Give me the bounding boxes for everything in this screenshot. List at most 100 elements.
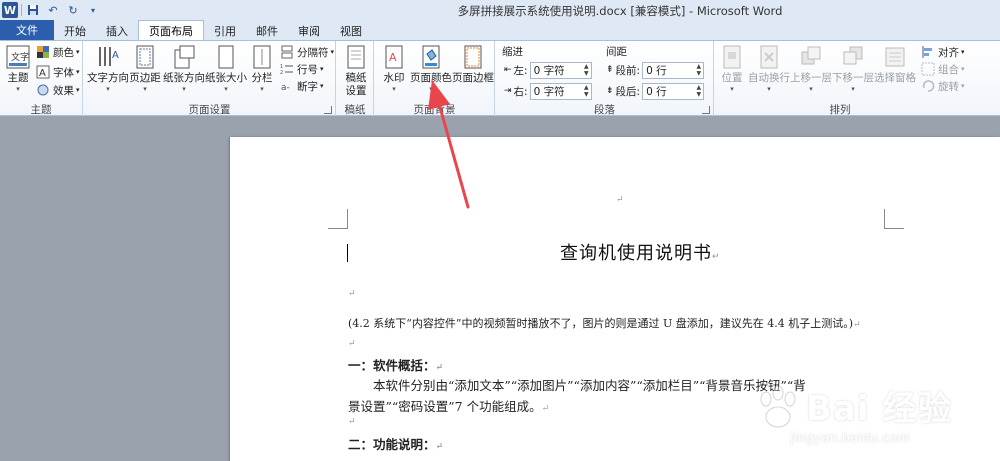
page-color-button[interactable]: 页面颜色 ▾ — [410, 44, 452, 93]
send-backward-button[interactable]: 下移一层 ▾ — [832, 44, 874, 93]
group-icon — [921, 62, 935, 76]
spinner-arrows-icon[interactable]: ▲ ▼ — [696, 63, 701, 77]
dialog-launcher-icon[interactable] — [324, 106, 332, 114]
spinner-arrows-icon[interactable]: ▲ ▼ — [696, 84, 701, 98]
orientation-icon — [174, 45, 195, 69]
window-title: 多屏拼接展示系统使用说明.docx [兼容模式] - Microsoft Wor… — [457, 4, 783, 18]
tab-review[interactable]: 审阅 — [288, 22, 330, 40]
watermark-url: jingyan.baidu.com — [790, 431, 910, 446]
draft-paper-icon — [347, 45, 365, 69]
baidu-jingyan-watermark: Bai 经验 jingyan.baidu.com — [744, 377, 994, 457]
ribbon: 文字 主题 ▾ 颜色 ▾ A 字体 ▾ 效果 ▾ 主题 A 文字方向 ▾ 页边距 ▾ — [0, 40, 1000, 116]
paragraph-mark: ↵ — [616, 195, 624, 205]
paragraph-group-label: 段落 — [594, 104, 615, 116]
margins-button[interactable]: 页边距 ▾ — [129, 44, 161, 93]
draft-paper-button[interactable]: 稿纸 设置 — [341, 44, 371, 98]
tab-view[interactable]: 视图 — [330, 22, 372, 40]
hyphenation-button[interactable]: a- 断字 ▾ — [280, 78, 324, 94]
breaks-button[interactable]: 分隔符 ▾ — [280, 44, 334, 60]
page-borders-label: 页面边框 — [452, 72, 494, 84]
heading-function-description[interactable]: 二：功能说明：↵ — [348, 434, 443, 453]
group-button[interactable]: 组合 ▾ — [921, 61, 965, 77]
heading-software-overview[interactable]: 一：软件概括：↵ — [348, 355, 443, 374]
page-borders-button[interactable]: 页面边框 — [452, 44, 494, 85]
align-icon — [922, 46, 932, 58]
rotate-button[interactable]: 旋转 ▾ — [921, 78, 965, 94]
spacing-after-label: 段后: — [615, 85, 641, 98]
dialog-launcher-icon[interactable] — [702, 106, 710, 114]
indent-title: 缩进 — [502, 45, 523, 58]
page-borders-icon — [464, 45, 482, 69]
indent-right-icon: ⇥ — [504, 86, 512, 96]
body-paragraph-line-2[interactable]: 景设置”“密码设置”7 个功能组成。↵ — [348, 396, 549, 415]
bring-forward-icon — [801, 46, 821, 65]
themes-label: 主题 — [7, 72, 29, 84]
chevron-down-icon: ▾ — [143, 85, 147, 93]
wrap-text-button[interactable]: 自动换行 ▾ — [748, 44, 790, 93]
columns-button[interactable]: 分栏 ▾ — [248, 44, 276, 93]
document-note-text: (4.2 系统下“内容控件”中的视频暂时播放不了，图片的则是通过 U 盘添加，建… — [348, 317, 854, 330]
paragraph-mark: ↵ — [853, 320, 861, 330]
paragraph-mark: ↵ — [541, 404, 550, 414]
document-note[interactable]: (4.2 系统下“内容控件”中的视频暂时播放不了，图片的则是通过 U 盘添加，建… — [348, 315, 861, 331]
orientation-button[interactable]: 纸张方向 ▾ — [163, 44, 205, 93]
margins-label: 页边距 — [129, 72, 161, 84]
wrap-text-icon — [760, 45, 778, 69]
draft-paper-group: 稿纸 设置 稿纸 — [337, 41, 374, 116]
chevron-down-icon: ▾ — [16, 85, 20, 93]
spinner-arrows-icon[interactable]: ▲ ▼ — [584, 63, 589, 77]
spacing-after-input[interactable]: 0 行 ▲ ▼ — [642, 82, 705, 100]
arrange-group-label: 排列 — [829, 104, 851, 116]
paper-size-button[interactable]: 纸张大小 ▾ — [205, 44, 247, 93]
theme-effects-button[interactable]: 效果 ▾ — [36, 82, 80, 98]
spinner-arrows-icon[interactable]: ▲ ▼ — [584, 84, 589, 98]
paragraph-mark: ↵ — [348, 417, 356, 427]
breaks-icon — [281, 45, 293, 59]
heading-software-overview-text: 一：软件概括： — [348, 358, 436, 373]
themes-group-label: 主题 — [30, 104, 52, 116]
document-title[interactable]: 查询机使用说明书↵ — [560, 239, 721, 265]
position-label: 位置 — [721, 72, 743, 84]
spacing-before-label: 段前: — [615, 64, 641, 77]
columns-label: 分栏 — [251, 72, 273, 84]
line-numbers-label: 行号 — [297, 63, 318, 76]
page-background-group-label: 页面背景 — [413, 104, 456, 116]
theme-fonts-button[interactable]: A 字体 ▾ — [36, 64, 80, 80]
watermark-label: 水印 — [383, 72, 405, 84]
chevron-down-icon: ▾ — [224, 85, 228, 93]
margin-corner-mark — [884, 209, 904, 229]
spacing-title: 间距 — [606, 45, 627, 58]
themes-button[interactable]: 文字 主题 ▾ — [3, 44, 33, 93]
arrange-group: 位置 ▾ 自动换行 ▾ 上移一层 ▾ 下移一层 ▾ 选择窗格 对齐▾ 组合▾ — [715, 41, 965, 116]
chevron-down-icon: ▾ — [809, 85, 813, 93]
indent-right-input[interactable]: 0 字符 ▲ ▼ — [529, 82, 592, 100]
indent-left-input[interactable]: 0 字符 ▲ ▼ — [529, 61, 592, 79]
paper-size-icon — [218, 45, 234, 69]
body-paragraph-line-1[interactable]: 本软件分别由“添加文本”“添加图片”“添加内容”“添加栏目”“背景音乐按钮”“背 — [373, 375, 806, 394]
tab-home[interactable]: 开始 — [54, 22, 96, 40]
selection-pane-button[interactable]: 选择窗格 — [874, 44, 916, 85]
tab-mailings[interactable]: 邮件 — [246, 22, 288, 40]
align-button[interactable]: 对齐 ▾ — [921, 44, 965, 60]
draft-paper-group-label: 稿纸 — [344, 104, 366, 116]
theme-colors-button[interactable]: 颜色 ▾ — [36, 44, 80, 60]
tab-references[interactable]: 引用 — [204, 22, 246, 40]
bring-forward-button[interactable]: 上移一层 ▾ — [790, 44, 832, 93]
spacing-before-input[interactable]: 0 行 ▲ ▼ — [642, 61, 705, 79]
tab-insert[interactable]: 插入 — [96, 22, 138, 40]
spacing-after-icon: ⇟ — [606, 86, 614, 96]
watermark-button[interactable]: A 水印 ▾ — [379, 44, 409, 93]
position-button[interactable]: 位置 ▾ — [717, 44, 747, 93]
margins-icon — [136, 45, 154, 69]
group-label: 组合 — [938, 63, 959, 76]
position-icon — [723, 45, 741, 69]
send-backward-icon — [843, 46, 863, 65]
paper-size-label: 纸张大小 — [205, 72, 247, 84]
line-numbers-button[interactable]: 12 行号 ▾ — [280, 61, 324, 77]
spacing-after-spinner: ⇟ 段后: 0 行 ▲ ▼ — [606, 82, 705, 100]
watermark-text: Bai 经验 — [806, 389, 953, 429]
text-direction-button[interactable]: A 文字方向 ▾ — [87, 44, 129, 93]
tab-file[interactable]: 文件 — [0, 20, 54, 40]
svg-text:文字: 文字 — [11, 51, 29, 63]
tab-page-layout[interactable]: 页面布局 — [138, 20, 204, 40]
